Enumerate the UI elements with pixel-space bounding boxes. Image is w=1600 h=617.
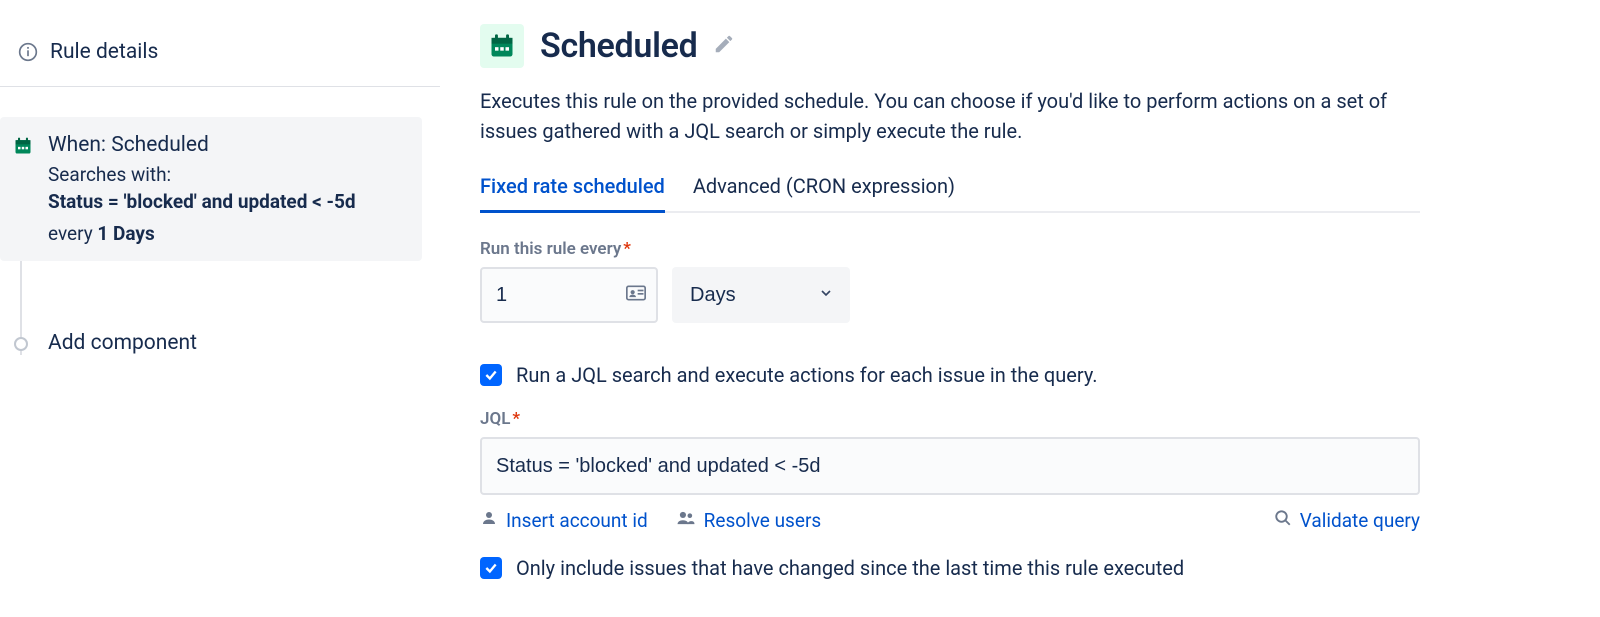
tab-fixed-rate[interactable]: Fixed rate scheduled (480, 174, 665, 213)
trigger-description: Executes this rule on the provided sched… (480, 86, 1420, 146)
insert-account-id-link[interactable]: Insert account id (480, 509, 648, 532)
page-title: Scheduled (540, 26, 697, 66)
trigger-title: When: Scheduled (48, 133, 404, 157)
required-asterisk: * (512, 409, 520, 429)
resolve-users-label: Resolve users (704, 509, 822, 532)
only-changed-checkbox-label: Only include issues that have changed si… (516, 556, 1184, 580)
trigger-jql-summary: Status = 'blocked' and updated < -5d (48, 188, 404, 216)
main-panel: Scheduled Executes this rule on the prov… (440, 0, 1600, 617)
trigger-frequency: every 1 Days (48, 222, 404, 245)
interval-label: Run this rule every* (480, 239, 1544, 259)
calendar-icon (12, 135, 34, 157)
sidebar-divider (0, 86, 440, 87)
trigger-frequency-prefix: every (48, 222, 97, 245)
rule-details-row[interactable]: Rule details (0, 40, 440, 86)
id-card-icon (626, 285, 646, 305)
add-component-button[interactable]: Add component (0, 331, 440, 355)
rule-timeline: When: Scheduled Searches with: Status = … (0, 117, 440, 355)
people-icon (676, 509, 696, 532)
info-icon (14, 42, 42, 62)
edit-title-icon[interactable] (713, 33, 735, 59)
insert-account-id-label: Insert account id (506, 509, 648, 532)
add-component-label: Add component (48, 331, 197, 355)
validate-query-link[interactable]: Validate query (1274, 509, 1420, 532)
jql-label: JQL* (480, 409, 1544, 429)
trigger-card-scheduled[interactable]: When: Scheduled Searches with: Status = … (0, 117, 422, 261)
resolve-users-link[interactable]: Resolve users (676, 509, 822, 532)
timeline-node-icon (14, 337, 28, 351)
chevron-down-icon (818, 285, 834, 305)
jql-label-text: JQL (480, 409, 510, 429)
person-icon (480, 509, 498, 532)
interval-label-text: Run this rule every (480, 239, 621, 259)
run-jql-checkbox[interactable] (480, 364, 502, 386)
schedule-tabs: Fixed rate scheduled Advanced (CRON expr… (480, 174, 1420, 213)
required-asterisk: * (623, 239, 631, 259)
only-changed-checkbox[interactable] (480, 557, 502, 579)
trigger-searches-with: Searches with: (48, 163, 404, 186)
calendar-icon (480, 24, 524, 68)
search-icon (1274, 509, 1292, 532)
run-jql-checkbox-label: Run a JQL search and execute actions for… (516, 363, 1098, 387)
validate-query-label: Validate query (1300, 509, 1420, 532)
rule-details-label: Rule details (42, 40, 158, 64)
trigger-frequency-value: 1 Days (97, 222, 154, 245)
jql-input[interactable] (480, 437, 1420, 495)
rule-sidebar: Rule details When: Scheduled Searches wi… (0, 0, 440, 617)
tab-advanced-cron[interactable]: Advanced (CRON expression) (693, 174, 955, 213)
